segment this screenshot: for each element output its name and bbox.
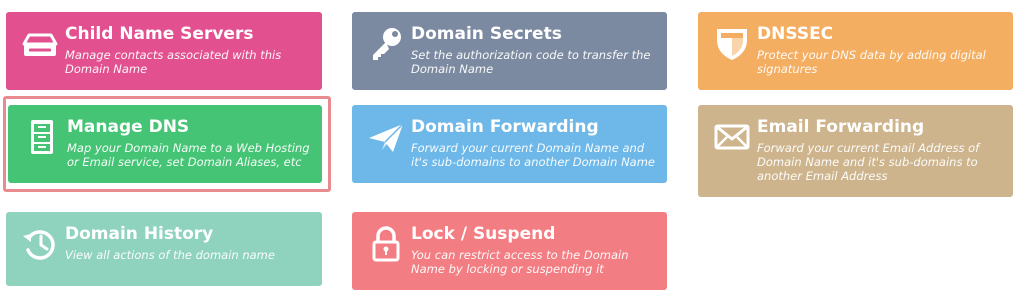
- card-title: Domain Secrets: [411, 24, 562, 44]
- card-description: Map your Domain Name to a Web Hosting or…: [67, 141, 310, 169]
- card-title: DNSSEC: [757, 24, 834, 44]
- history-clock-icon: [20, 224, 60, 264]
- domain-history-card[interactable]: Domain History View all actions of the d…: [6, 212, 322, 286]
- card-title: Child Name Servers: [65, 24, 254, 44]
- card-description: Forward your current Email Address of Do…: [757, 141, 980, 183]
- card-description: Set the authorization code to transfer t…: [411, 48, 651, 76]
- envelope-icon: [712, 117, 752, 157]
- card-title: Domain Forwarding: [411, 117, 599, 137]
- card-description: Manage contacts associated with this Dom…: [65, 48, 282, 76]
- card-description: View all actions of the domain name: [65, 248, 275, 262]
- shield-icon: [712, 24, 752, 64]
- card-description: Protect your DNS data by adding digital …: [757, 48, 986, 76]
- card-title: Lock / Suspend: [411, 224, 556, 244]
- card-title: Domain History: [65, 224, 214, 244]
- padlock-icon: [366, 224, 406, 264]
- domain-secrets-card[interactable]: Domain Secrets Set the authorization cod…: [352, 12, 667, 90]
- card-title: Email Forwarding: [757, 117, 925, 137]
- card-description: You can restrict access to the Domain Na…: [411, 248, 629, 276]
- manage-dns-card[interactable]: Manage DNS Map your Domain Name to a Web…: [8, 105, 322, 183]
- lock-suspend-card[interactable]: Lock / Suspend You can restrict access t…: [352, 212, 667, 290]
- email-forwarding-card[interactable]: Email Forwarding Forward your current Em…: [698, 105, 1013, 197]
- child-name-servers-card[interactable]: Child Name Servers Manage contacts assoc…: [6, 12, 322, 90]
- filing-cabinet-icon: [22, 117, 62, 157]
- domain-tools-grid: Child Name Servers Manage contacts assoc…: [0, 0, 1024, 298]
- drive-tray-icon: [20, 24, 60, 64]
- card-description: Forward your current Domain Name and it'…: [411, 141, 655, 169]
- card-title: Manage DNS: [67, 117, 190, 137]
- paper-plane-icon: [366, 117, 406, 157]
- dnssec-card[interactable]: DNSSEC Protect your DNS data by adding d…: [698, 12, 1013, 90]
- key-icon: [366, 24, 406, 64]
- domain-forwarding-card[interactable]: Domain Forwarding Forward your current D…: [352, 105, 667, 183]
